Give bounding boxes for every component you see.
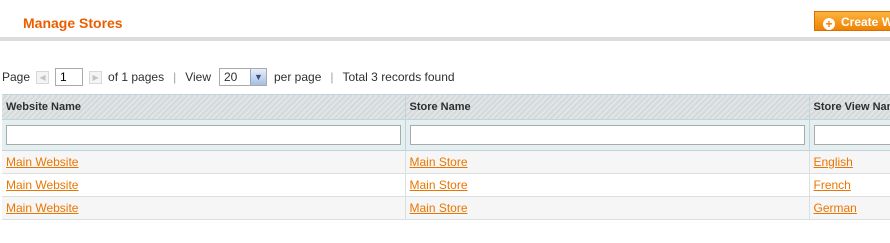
pager-separator: | <box>330 70 334 84</box>
view-label: View <box>185 70 211 84</box>
arrow-right-icon[interactable]: ▶ <box>89 70 103 84</box>
store-view-link[interactable]: French <box>814 178 851 192</box>
store-link[interactable]: Main Store <box>410 178 468 192</box>
website-cell: Main Website <box>2 150 406 174</box>
table-row: Main Website Main Store French <box>2 173 890 197</box>
store-view-cell: French <box>809 173 890 197</box>
arrow-left-icon[interactable]: ◀ <box>36 70 50 84</box>
filter-cell <box>809 119 890 151</box>
stores-grid: Website Name Store Name Store View Name … <box>2 94 890 220</box>
store-view-link[interactable]: German <box>814 201 857 215</box>
store-name-filter-input[interactable] <box>409 125 805 145</box>
header-divider <box>0 37 890 41</box>
website-cell: Main Website <box>2 173 406 197</box>
column-header-store-name[interactable]: Store Name <box>405 94 810 120</box>
filter-cell <box>405 119 810 151</box>
store-link[interactable]: Main Store <box>410 155 468 169</box>
pager-separator: | <box>173 70 177 84</box>
chevron-down-icon[interactable]: ▼ <box>250 69 266 85</box>
website-link[interactable]: Main Website <box>6 178 78 192</box>
per-page-value: 20 <box>224 70 238 84</box>
store-view-link[interactable]: English <box>814 155 853 169</box>
per-page-label: per page <box>274 70 322 84</box>
store-view-cell: English <box>809 150 890 174</box>
store-cell: Main Store <box>405 173 810 197</box>
page-title: Manage Stores <box>23 15 123 31</box>
per-page-select[interactable]: 20 ▼ <box>219 68 267 86</box>
page-label: Page <box>2 70 31 84</box>
filter-cell <box>2 119 406 151</box>
records-found-text: Total 3 records found <box>342 70 455 84</box>
column-header-website-name[interactable]: Website Name <box>2 94 406 120</box>
store-cell: Main Store <box>405 150 810 174</box>
page-number-input[interactable] <box>55 68 84 86</box>
table-row: Main Website Main Store German <box>2 196 890 220</box>
store-view-name-filter-input[interactable] <box>813 125 890 145</box>
website-cell: Main Website <box>2 196 406 220</box>
column-header-store-view-name[interactable]: Store View Name <box>809 94 890 120</box>
of-pages-text: of 1 pages <box>108 70 165 84</box>
store-cell: Main Store <box>405 196 810 220</box>
website-link[interactable]: Main Website <box>6 155 78 169</box>
create-website-label: Create Website <box>841 15 890 29</box>
website-link[interactable]: Main Website <box>6 201 78 215</box>
pager: Page ◀ ▶ of 1 pages | View 20 ▼ per page… <box>2 66 455 88</box>
plus-circle-icon: + <box>823 18 835 30</box>
table-row: Main Website Main Store English <box>2 150 890 174</box>
store-view-cell: German <box>809 196 890 220</box>
website-name-filter-input[interactable] <box>6 125 401 145</box>
store-link[interactable]: Main Store <box>410 201 468 215</box>
create-website-button[interactable]: + Create Website <box>814 11 890 31</box>
